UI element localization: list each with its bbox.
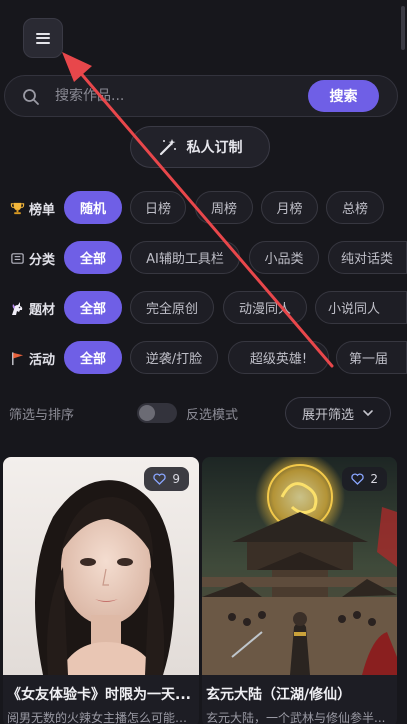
reverse-toggle[interactable]	[137, 403, 177, 423]
expand-filter-label: 展开筛选	[301, 407, 354, 423]
heart-icon	[153, 473, 167, 485]
event-label: 活动	[29, 353, 56, 368]
card-description: 玄元大陆，一个武林与修仙参半...	[206, 711, 386, 724]
filter-bar: 筛选与排序 反选模式 展开筛选	[0, 397, 407, 429]
work-card[interactable]: 9 《女友体验卡》时限为一天... 阅男无数的火辣女主播怎么可能是...	[3, 457, 199, 724]
chip-counterattack[interactable]: 逆袭/打脸	[130, 341, 218, 374]
hamburger-icon	[36, 32, 50, 44]
flag-icon	[9, 351, 25, 367]
card-title: 玄元大陆（江湖/修仙）	[206, 687, 352, 703]
likes-badge: 9	[144, 467, 189, 491]
likes-count: 9	[172, 472, 180, 486]
search-icon	[23, 89, 39, 105]
chip-theme-all[interactable]: 全部	[64, 291, 122, 324]
card-title: 《女友体验卡》时限为一天...	[7, 687, 191, 703]
ranking-label: 榜单	[29, 203, 56, 218]
chevron-down-icon	[363, 410, 373, 417]
ranking-row: 榜单 随机 日榜 周榜 月榜 总榜	[0, 191, 407, 225]
scrollbar[interactable]	[401, 6, 405, 50]
chip-daily[interactable]: 日榜	[130, 191, 186, 224]
chip-novel-fan[interactable]: 小说同人	[315, 291, 407, 324]
category-row: 分类 全部 AI辅助工具栏 小品类 纯对话类	[0, 241, 407, 275]
chip-event-all[interactable]: 全部	[64, 341, 122, 374]
expand-filter-button[interactable]: 展开筛选	[285, 397, 391, 429]
chip-sketch[interactable]: 小品类	[249, 241, 319, 274]
category-label: 分类	[29, 253, 56, 268]
private-custom-label: 私人订制	[186, 140, 243, 156]
heart-icon	[351, 473, 365, 485]
chip-anime-fan[interactable]: 动漫同人	[223, 291, 307, 324]
likes-badge: 2	[342, 467, 387, 491]
private-custom-button[interactable]: 私人订制	[130, 126, 270, 168]
reverse-mode-label: 反选模式	[186, 408, 239, 423]
card-description: 阅男无数的火辣女主播怎么可能是...	[7, 711, 195, 724]
chip-total[interactable]: 总榜	[326, 191, 384, 224]
chip-superhero[interactable]: 超级英雄!	[228, 341, 329, 374]
trophy-icon	[9, 201, 25, 217]
filter-sort-label: 筛选与排序	[9, 408, 75, 423]
menu-button[interactable]	[23, 18, 63, 58]
chip-original[interactable]: 完全原创	[130, 291, 214, 324]
toggle-knob	[139, 405, 155, 421]
chip-dialogue[interactable]: 纯对话类	[328, 241, 407, 274]
search-bar: 搜索	[4, 75, 398, 117]
theme-row: 题材 全部 完全原创 动漫同人 小说同人	[0, 291, 407, 325]
chip-category-all[interactable]: 全部	[64, 241, 122, 274]
chip-first-edition[interactable]: 第一届	[336, 341, 407, 374]
likes-count: 2	[370, 472, 378, 486]
chip-random[interactable]: 随机	[64, 191, 122, 224]
chip-monthly[interactable]: 月榜	[261, 191, 318, 224]
theme-label: 题材	[29, 303, 56, 318]
work-card[interactable]: 2 玄元大陆（江湖/修仙） 玄元大陆，一个武林与修仙参半...	[202, 457, 397, 724]
search-input[interactable]	[55, 84, 295, 108]
chip-weekly[interactable]: 周榜	[195, 191, 253, 224]
event-row: 活动 全部 逆袭/打脸 超级英雄! 第一届	[0, 341, 407, 375]
chip-ai-tools[interactable]: AI辅助工具栏	[130, 241, 240, 274]
magic-wand-icon	[159, 139, 176, 156]
search-button[interactable]: 搜索	[308, 80, 379, 112]
category-icon	[9, 251, 25, 267]
unicorn-icon	[9, 301, 25, 317]
